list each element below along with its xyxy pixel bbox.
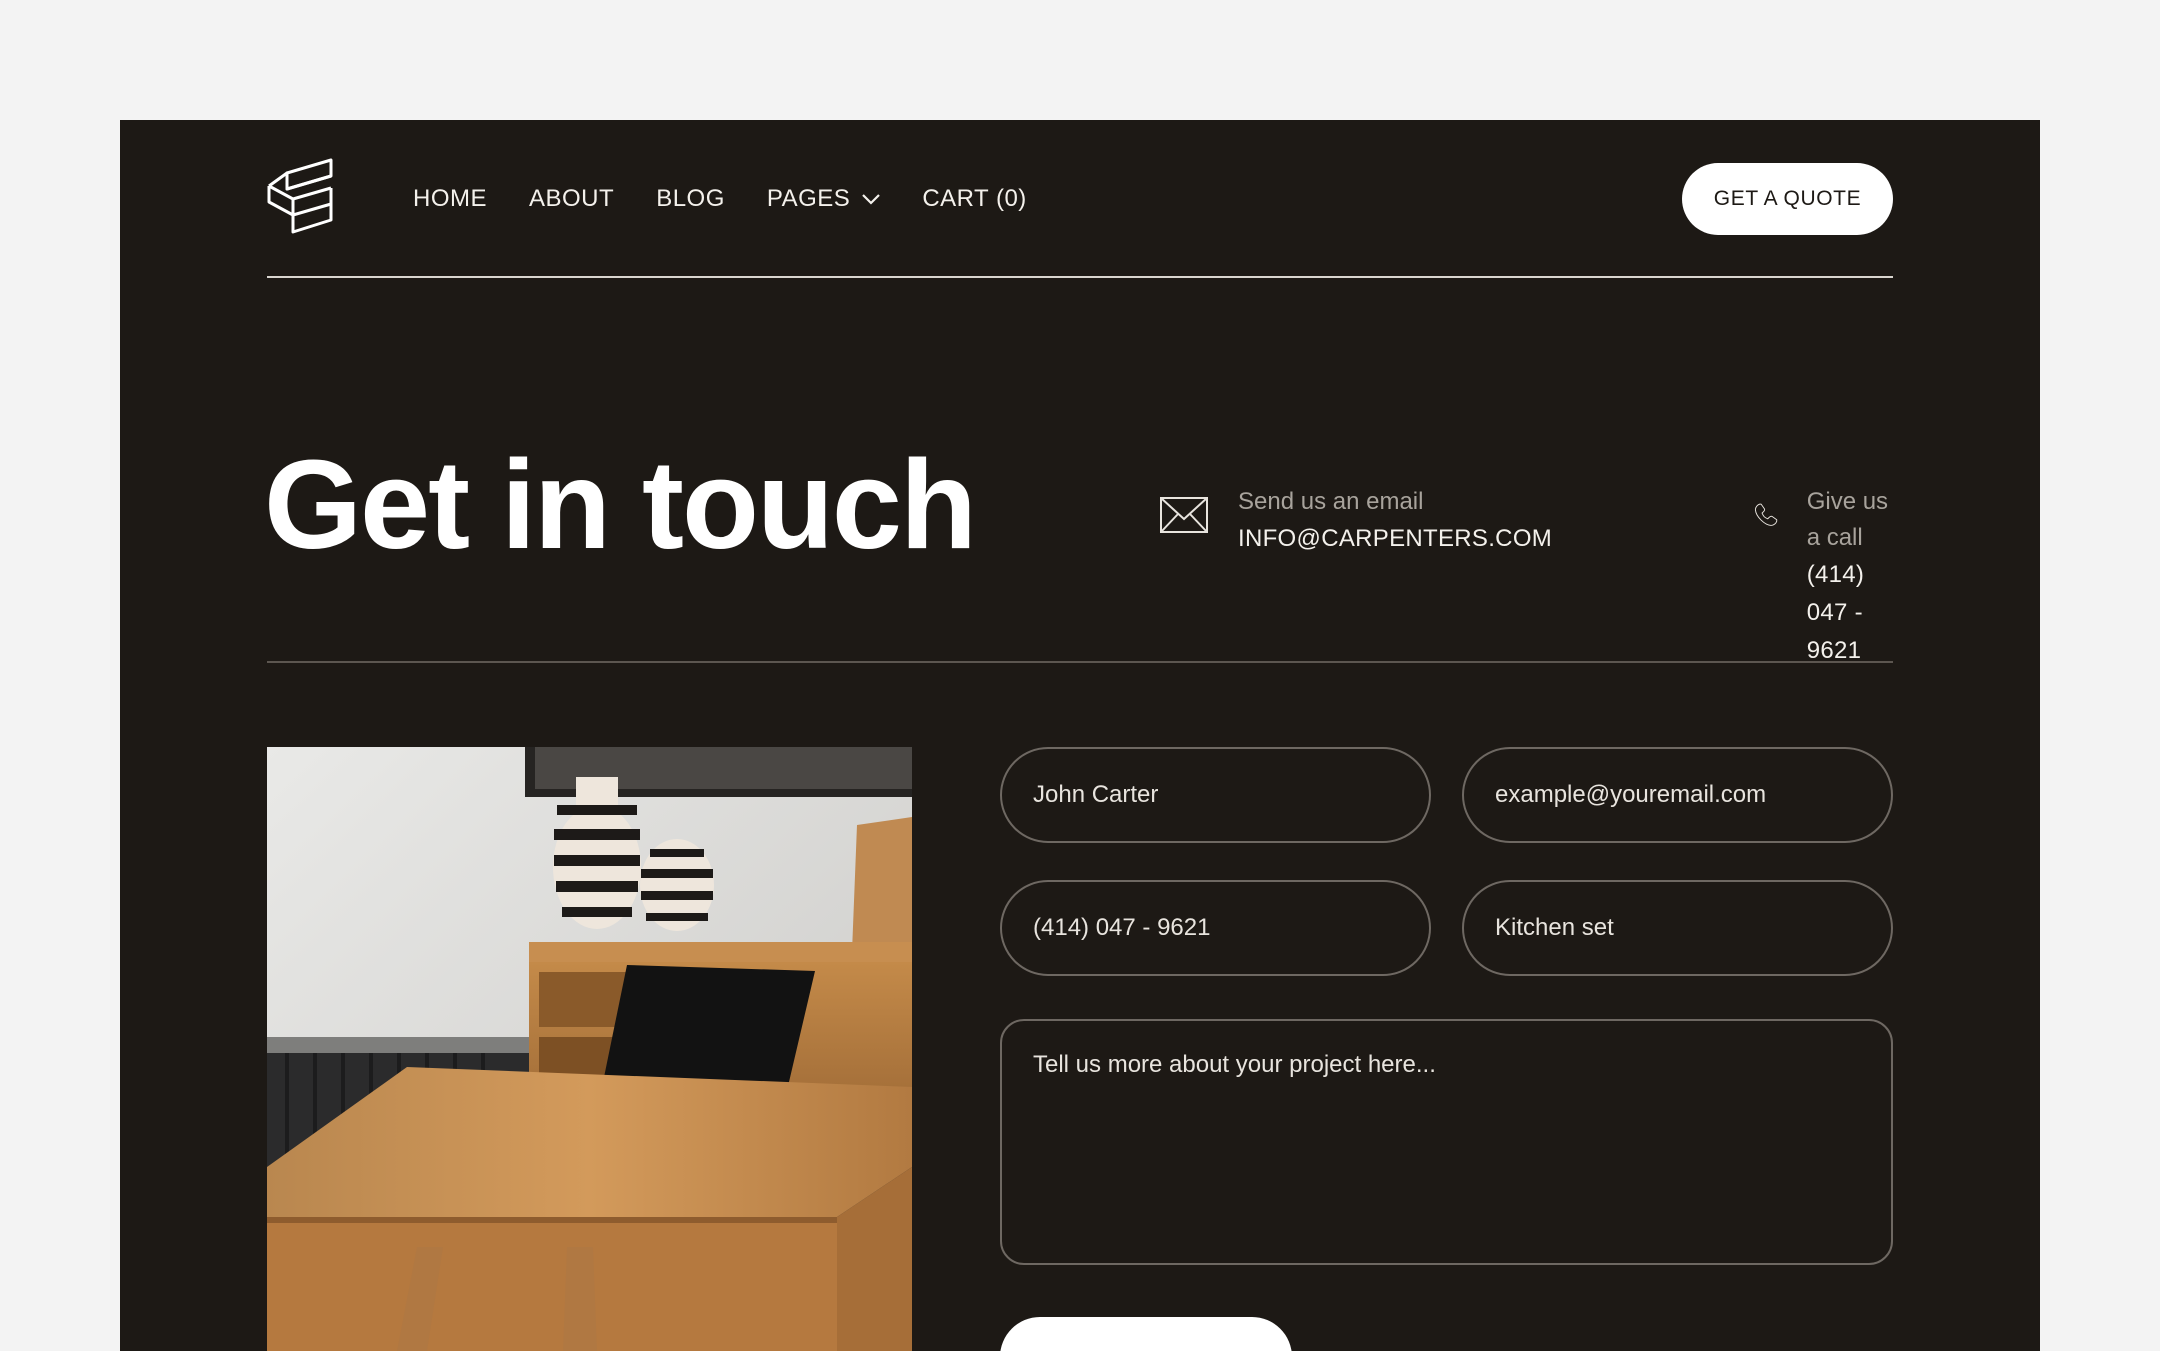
submit-button[interactable] bbox=[1000, 1317, 1292, 1351]
chevron-down-icon bbox=[862, 194, 881, 205]
phone-input[interactable]: (414) 047 - 9621 bbox=[1000, 880, 1431, 976]
desk-photo-illustration bbox=[267, 747, 912, 1351]
nav-cart[interactable]: CART (0) bbox=[922, 185, 1026, 213]
service-input[interactable]: Kitchen set bbox=[1462, 880, 1893, 976]
message-placeholder: Tell us more about your project here... bbox=[1033, 1051, 1436, 1078]
desk-photo bbox=[267, 747, 912, 1351]
content-container: HOME ABOUT BLOG PAGES CART (0) GET A QUO… bbox=[264, 120, 1893, 1351]
nav-pages-dropdown[interactable]: PAGES bbox=[766, 185, 881, 213]
name-input-value: John Carter bbox=[1033, 781, 1159, 808]
section-divider bbox=[267, 661, 1893, 663]
header: HOME ABOUT BLOG PAGES CART (0) GET A QUO… bbox=[267, 120, 1893, 278]
call-contact: Give us a call (414) 047 - 9621 bbox=[1754, 484, 1893, 670]
envelope-icon bbox=[1160, 497, 1208, 533]
nav-blog-label: BLOG bbox=[656, 185, 725, 212]
email-label: Send us an email bbox=[1238, 488, 1424, 515]
nav-blog[interactable]: BLOG bbox=[656, 185, 725, 213]
nav-pages-label: PAGES bbox=[766, 185, 851, 212]
nav-home[interactable]: HOME bbox=[413, 185, 487, 213]
logo-icon[interactable] bbox=[267, 158, 333, 234]
phone-input-value: (414) 047 - 9621 bbox=[1033, 914, 1211, 941]
phone-link[interactable]: (414) 047 - 9621 bbox=[1807, 556, 1893, 670]
page-title: Get in touch bbox=[264, 434, 977, 575]
email-contact: Send us an email INFO@CARPENTERS.COM bbox=[1159, 484, 1552, 558]
service-input-value: Kitchen set bbox=[1495, 914, 1614, 941]
main-navigation: HOME ABOUT BLOG PAGES CART (0) bbox=[413, 120, 1069, 278]
email-input[interactable]: example@youremail.com bbox=[1462, 747, 1893, 843]
phone-icon bbox=[1754, 503, 1778, 526]
message-textarea[interactable]: Tell us more about your project here... bbox=[1000, 1019, 1893, 1265]
call-label: Give us a call bbox=[1806, 488, 1889, 551]
nav-about-label: ABOUT bbox=[529, 185, 615, 212]
page-frame: HOME ABOUT BLOG PAGES CART (0) GET A QUO… bbox=[120, 120, 2040, 1351]
email-link[interactable]: INFO@CARPENTERS.COM bbox=[1238, 520, 1552, 558]
nav-about[interactable]: ABOUT bbox=[529, 185, 614, 213]
email-input-value: example@youremail.com bbox=[1495, 781, 1767, 808]
nav-home-label: HOME bbox=[413, 185, 487, 212]
nav-cart-label: CART (0) bbox=[922, 185, 1027, 212]
name-input[interactable]: John Carter bbox=[1000, 747, 1431, 843]
get-a-quote-button[interactable]: GET A QUOTE bbox=[1682, 163, 1893, 235]
